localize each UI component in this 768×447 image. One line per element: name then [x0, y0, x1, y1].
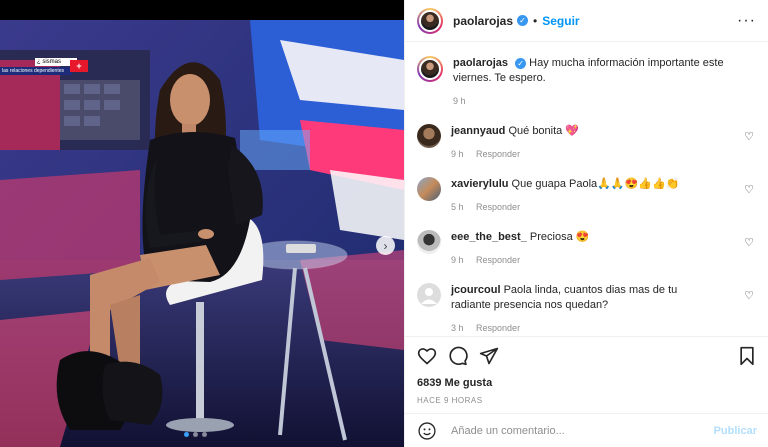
- verified-badge-icon: ✓: [515, 58, 527, 69]
- avatar-image: [419, 9, 441, 32]
- comment-meta: 9 h Responder: [451, 253, 701, 268]
- follow-button[interactable]: Seguir: [542, 14, 579, 28]
- post-caption: paolarojas ✓ Hay mucha información impor…: [417, 42, 756, 109]
- comment-body: jeannyaud Qué bonita 💖 9 h Responder: [451, 124, 701, 162]
- reply-button[interactable]: Responder: [476, 255, 520, 265]
- header-username[interactable]: paolarojas: [453, 14, 513, 28]
- comments-list[interactable]: paolarojas ✓ Hay mucha información impor…: [405, 42, 768, 336]
- comment-like-heart-icon[interactable]: ♡: [744, 183, 754, 196]
- comment-time[interactable]: 3 h: [451, 323, 464, 333]
- post-image: [0, 20, 404, 447]
- reply-button[interactable]: Responder: [476, 202, 520, 212]
- verified-badge-icon: ✓: [517, 15, 529, 26]
- comment-time[interactable]: 5 h: [451, 202, 464, 212]
- caption-body: paolarojas ✓ Hay mucha información impor…: [453, 56, 733, 109]
- comment-text: Qué bonita 💖: [508, 125, 580, 137]
- save-bookmark-icon[interactable]: [737, 346, 757, 366]
- next-slide-button[interactable]: ›: [376, 236, 395, 255]
- instagram-post-modal: ¿ sismas las relaciones dependientes + ›…: [0, 0, 768, 447]
- post-header: paolarojas ✓ • Seguir ···: [405, 0, 768, 42]
- comment-time[interactable]: 9 h: [451, 149, 464, 159]
- comment-input[interactable]: [449, 423, 703, 438]
- comment-text: Que guapa Paola🙏🙏😍👍👍👏: [511, 178, 680, 190]
- default-avatar-icon[interactable]: [417, 283, 441, 307]
- post-timestamp[interactable]: HACE 9 HORAS: [417, 396, 757, 405]
- caption-username[interactable]: paolarojas: [453, 57, 508, 69]
- comment-username[interactable]: eee_the_best_: [451, 231, 527, 243]
- carousel-dot: [184, 432, 189, 437]
- publish-button[interactable]: Publicar: [714, 425, 757, 437]
- caption-time[interactable]: 9 h: [453, 96, 466, 106]
- post-actions: 6839 Me gusta HACE 9 HORAS: [405, 336, 768, 405]
- commenter-avatar[interactable]: [417, 124, 441, 148]
- separator-dot: •: [533, 13, 538, 28]
- comment-time[interactable]: 9 h: [451, 255, 464, 265]
- comment-body: jcourcoul Paola linda, cuantos dias mas …: [451, 283, 701, 336]
- comment-like-heart-icon[interactable]: ♡: [744, 236, 754, 249]
- channel-badge: +: [70, 60, 88, 72]
- comment-item: eee_the_best_ Preciosa 😍 9 h Responder ♡: [417, 230, 756, 268]
- chevron-right-icon: ›: [383, 238, 388, 253]
- post-details-panel: paolarojas ✓ • Seguir ··· paolarojas ✓ H…: [404, 0, 768, 447]
- comment-like-heart-icon[interactable]: ♡: [744, 289, 754, 302]
- emoji-smiley-icon[interactable]: [417, 421, 437, 441]
- person-silhouette-icon: [421, 288, 437, 304]
- carousel-indicator: [184, 432, 207, 437]
- avatar[interactable]: [417, 7, 443, 34]
- like-count[interactable]: 6839 Me gusta: [417, 377, 757, 389]
- reply-button[interactable]: Responder: [476, 149, 520, 159]
- carousel-dot: [202, 432, 207, 437]
- comment-like-heart-icon[interactable]: ♡: [744, 130, 754, 143]
- comment-meta: 3 h Responder: [451, 321, 701, 336]
- caption-meta: 9 h: [453, 94, 733, 109]
- action-bar: [417, 343, 757, 369]
- comment-meta: 5 h Responder: [451, 200, 701, 215]
- more-options-icon[interactable]: ···: [737, 12, 756, 30]
- commenter-avatar[interactable]: [417, 230, 441, 254]
- add-comment-bar: Publicar: [405, 413, 768, 447]
- carousel-dot: [193, 432, 198, 437]
- comment-bubble-icon[interactable]: [448, 346, 468, 366]
- caption-avatar[interactable]: [417, 56, 443, 82]
- reply-button[interactable]: Responder: [476, 323, 520, 333]
- ticker-subtitle: las relaciones dependientes: [0, 67, 72, 75]
- comment-item: jcourcoul Paola linda, cuantos dias mas …: [417, 283, 756, 336]
- commenter-avatar[interactable]: [417, 177, 441, 201]
- comment-username[interactable]: jeannyaud: [451, 125, 505, 137]
- like-heart-icon[interactable]: [417, 346, 437, 366]
- comment-body: xavierylulu Que guapa Paola🙏🙏😍👍👍👏 5 h Re…: [451, 177, 701, 215]
- post-photo[interactable]: ¿ sismas las relaciones dependientes + ›: [0, 20, 404, 447]
- comment-body: eee_the_best_ Preciosa 😍 9 h Responder: [451, 230, 701, 268]
- comment-username[interactable]: jcourcoul: [451, 284, 501, 296]
- avatar-image: [419, 58, 441, 80]
- comment-item: jeannyaud Qué bonita 💖 9 h Responder ♡: [417, 124, 756, 162]
- share-paper-plane-icon[interactable]: [479, 346, 499, 366]
- comment-item: xavierylulu Que guapa Paola🙏🙏😍👍👍👏 5 h Re…: [417, 177, 756, 215]
- comment-text: Preciosa 😍: [529, 231, 590, 243]
- comment-username[interactable]: xavierylulu: [451, 178, 508, 190]
- comment-meta: 9 h Responder: [451, 147, 701, 162]
